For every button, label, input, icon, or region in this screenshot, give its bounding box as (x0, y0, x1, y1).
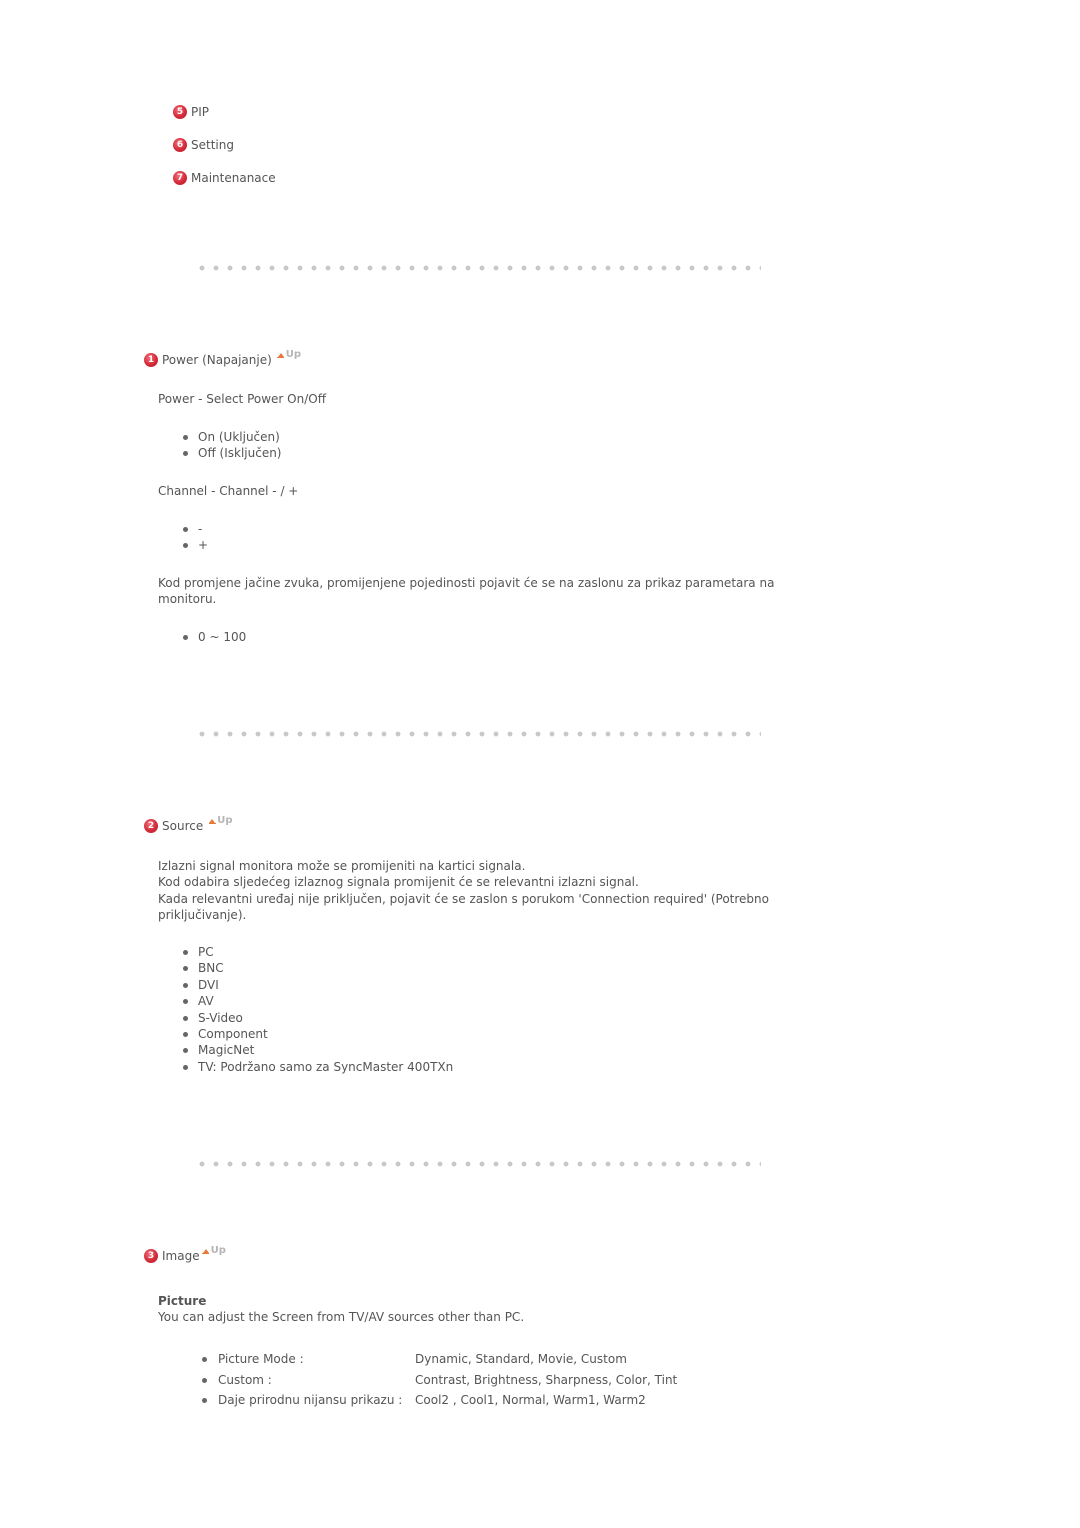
list-item: Off (Isključen) (182, 445, 282, 461)
number-7-icon: 7 (173, 171, 187, 185)
feature-label: Picture Mode : (200, 1349, 415, 1370)
number-6-icon: 6 (173, 138, 187, 152)
source-description: Izlazni signal monitora može se promijen… (158, 858, 808, 924)
number-5-icon: 5 (173, 105, 187, 119)
power-description: Power - Select Power On/Off (158, 392, 326, 406)
up-arrow-icon (277, 353, 285, 358)
feature-value: Cool2 , Cool1, Normal, Warm1, Warm2 (415, 1393, 646, 1408)
section-title-source: 2 Source Up (144, 815, 233, 834)
section-title-text: Source (162, 819, 204, 833)
feature-value: Contrast, Brightness, Sharpness, Color, … (415, 1372, 678, 1387)
channel-description: Channel - Channel - / + (158, 484, 299, 498)
nav-link-maintenance[interactable]: 7 Maintenanace (173, 170, 276, 186)
table-row: Custom : Contrast, Brightness, Sharpness… (200, 1370, 677, 1391)
list-item: TV: Podržano samo za SyncMaster 400TXn (182, 1059, 453, 1075)
volume-range-list: 0 ~ 100 (182, 629, 246, 645)
nav-link-label: Maintenanace (191, 171, 276, 185)
list-item: MagicNet (182, 1042, 453, 1058)
list-item: + (182, 537, 208, 553)
source-line: Kod odabira sljedećeg izlaznog signala p… (158, 875, 639, 890)
source-options-list: PC BNC DVI AV S-Video Component MagicNet… (182, 944, 453, 1075)
picture-description: You can adjust the Screen from TV/AV sou… (158, 1310, 525, 1324)
section-title-text: Power (Napajanje) (162, 353, 272, 367)
list-item: AV (182, 993, 453, 1009)
feature-value: Dynamic, Standard, Movie, Custom (415, 1352, 627, 1367)
list-item: BNC (182, 960, 453, 976)
dotted-separator (195, 731, 761, 737)
feature-label: Custom : (200, 1370, 415, 1391)
list-item: - (182, 521, 208, 537)
section-title-image: 3 Image Up (144, 1245, 226, 1264)
up-label: Up (217, 815, 233, 826)
up-arrow-icon (208, 819, 216, 824)
nav-link-setting[interactable]: 6 Setting (173, 137, 234, 153)
dotted-separator (195, 1161, 761, 1167)
list-item: DVI (182, 977, 453, 993)
nav-link-label: PIP (191, 105, 210, 119)
number-1-icon: 1 (144, 353, 158, 367)
picture-features-table: Picture Mode : Dynamic, Standard, Movie,… (200, 1349, 677, 1411)
section-title-power: 1 Power (Napajanje) Up (144, 349, 302, 368)
feature-label: Daje prirodnu nijansu prikazu : (200, 1390, 415, 1411)
dotted-separator (195, 265, 761, 271)
volume-description: Kod promjene jačine zvuka, promijenjene … (158, 576, 775, 607)
picture-heading: Picture (158, 1294, 207, 1308)
list-item: On (Uključen) (182, 429, 282, 445)
channel-options-list: - + (182, 521, 208, 554)
section-title-text: Image (162, 1249, 200, 1263)
number-3-icon: 3 (144, 1249, 158, 1263)
list-item: Component (182, 1026, 453, 1042)
power-options-list: On (Uključen) Off (Isključen) (182, 429, 282, 462)
up-label: Up (285, 349, 302, 360)
table-row: Daje prirodnu nijansu prikazu : Cool2 , … (200, 1390, 677, 1411)
table-row: Picture Mode : Dynamic, Standard, Movie,… (200, 1349, 677, 1370)
list-item: 0 ~ 100 (182, 629, 246, 645)
list-item: PC (182, 944, 453, 960)
up-label: Up (210, 1245, 226, 1256)
list-item: S-Video (182, 1010, 453, 1026)
up-link[interactable]: Up (208, 815, 233, 829)
up-arrow-icon (202, 1249, 210, 1254)
nav-link-pip[interactable]: 5 PIP (173, 104, 209, 120)
number-2-icon: 2 (144, 819, 158, 833)
source-line: Izlazni signal monitora može se promijen… (158, 859, 526, 873)
nav-link-label: Setting (191, 138, 234, 152)
source-line: Kada relevantni uređaj nije priključen, … (158, 891, 769, 923)
up-link[interactable]: Up (277, 349, 302, 363)
up-link[interactable]: Up (202, 1245, 226, 1259)
